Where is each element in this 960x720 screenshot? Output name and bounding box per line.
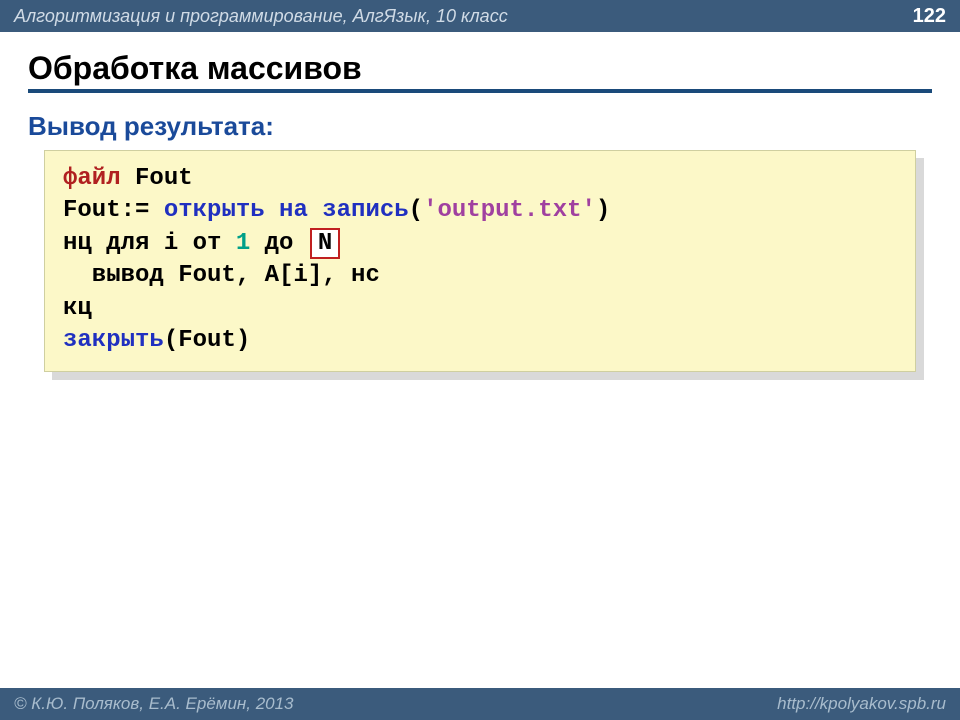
code-block: файл Fout Fout:= открыть на запись('outp… <box>44 150 916 372</box>
code-text: вывод Fout, A[i], нс <box>63 262 380 289</box>
footer-copyright: © К.Ю. Поляков, Е.А. Ерёмин, 2013 <box>14 694 294 714</box>
code-text: Fout:= <box>63 197 164 224</box>
string-literal: 'output.txt' <box>423 197 596 224</box>
code-text: нц для i от <box>63 230 236 257</box>
keyword-close: закрыть <box>63 327 164 354</box>
code-text: кц <box>63 295 92 322</box>
number-literal: 1 <box>236 230 250 257</box>
code-text: ( <box>409 197 423 224</box>
keyword-file: файл <box>63 165 121 192</box>
code-line-5: кц <box>63 293 897 325</box>
title-underline <box>28 89 932 93</box>
keyword-open: открыть на запись <box>164 197 409 224</box>
slide-title: Обработка массивов <box>28 50 932 87</box>
breadcrumb: Алгоритмизация и программирование, АлгЯз… <box>14 6 913 27</box>
code-text: (Fout) <box>164 327 250 354</box>
header-bar: Алгоритмизация и программирование, АлгЯз… <box>0 0 960 32</box>
footer-bar: © К.Ю. Поляков, Е.А. Ерёмин, 2013 http:/… <box>0 688 960 720</box>
code-text: до <box>250 230 308 257</box>
code-text: ) <box>596 197 610 224</box>
code-block-container: файл Fout Fout:= открыть на запись('outp… <box>44 150 916 372</box>
code-line-1: файл Fout <box>63 163 897 195</box>
code-line-3: нц для i от 1 до N <box>63 228 897 260</box>
boxed-variable: N <box>310 228 340 260</box>
code-text: Fout <box>121 165 193 192</box>
page-number: 122 <box>913 5 946 28</box>
code-line-2: Fout:= открыть на запись('output.txt') <box>63 195 897 227</box>
code-line-4: вывод Fout, A[i], нс <box>63 260 897 292</box>
subtitle: Вывод результата: <box>28 111 932 142</box>
code-line-6: закрыть(Fout) <box>63 325 897 357</box>
footer-url: http://kpolyakov.spb.ru <box>777 694 946 714</box>
